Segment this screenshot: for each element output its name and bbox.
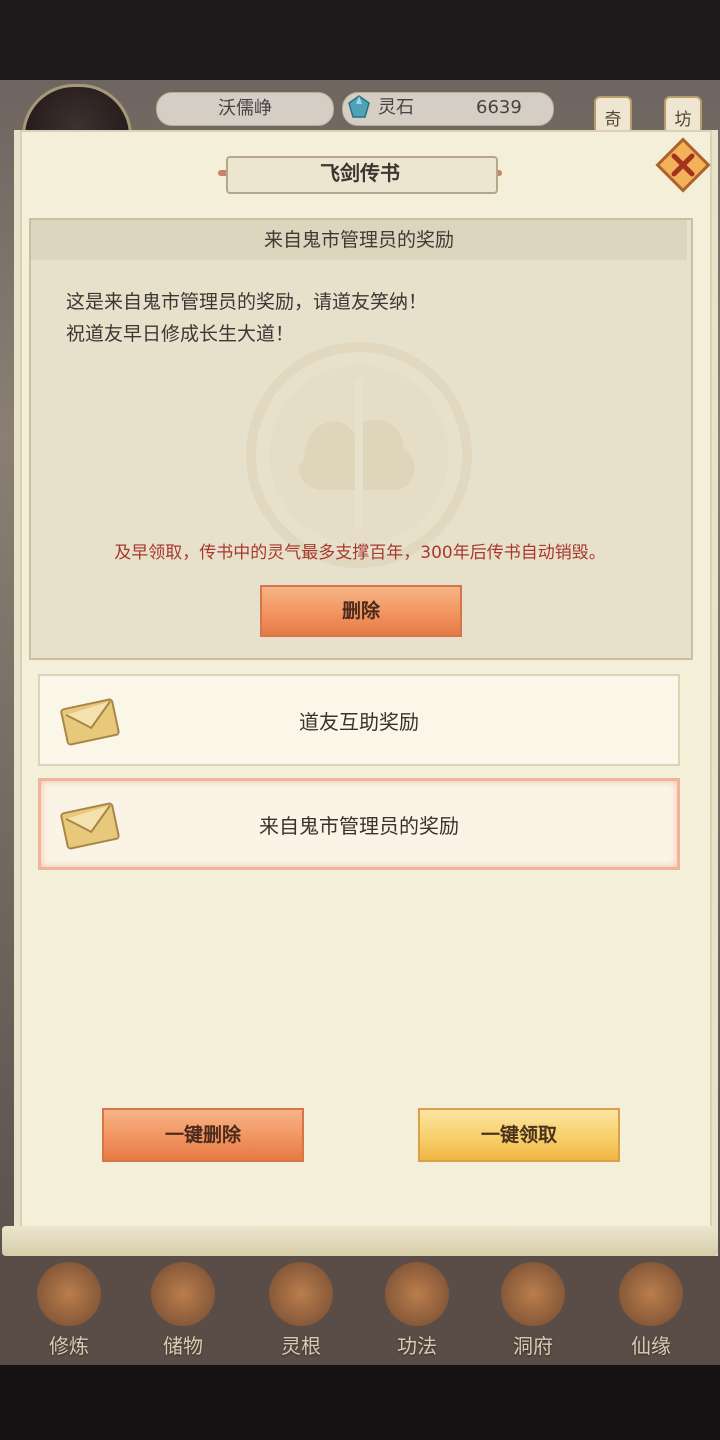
nav-label: 洞府 <box>513 1334 553 1358</box>
nav-label: 修炼 <box>49 1334 89 1358</box>
technique-book-icon <box>385 1262 449 1326</box>
bottom-safe-area <box>0 1365 720 1440</box>
spirit-stone-icon <box>348 95 370 118</box>
nav-label: 仙缘 <box>631 1334 671 1358</box>
nav-spirit-root[interactable]: 灵根 <box>246 1262 356 1362</box>
mail-item-title: 来自鬼市管理员的奖励 <box>259 814 459 838</box>
nav-cultivate[interactable]: 修炼 <box>14 1262 124 1362</box>
message-line: 这是来自鬼市管理员的奖励，请道友笑纳！ <box>66 291 428 313</box>
cultivate-icon <box>37 1262 101 1326</box>
message-body: 这是来自鬼市管理员的奖励，请道友笑纳！ 祝道友早日修成长生大道！ <box>66 286 666 350</box>
cloud-emblem-icon <box>246 342 472 568</box>
nav-storage[interactable]: 储物 <box>128 1262 238 1362</box>
nav-techniques[interactable]: 功法 <box>362 1262 472 1362</box>
dialog-title: 飞剑传书 <box>320 161 400 185</box>
nav-cave[interactable]: 洞府 <box>478 1262 588 1362</box>
expiry-warning: 及早领取，传书中的灵气最多支撑百年，300年后传书自动销毁。 <box>114 543 606 563</box>
storage-bag-icon <box>151 1262 215 1326</box>
message-header: 来自鬼市管理员的奖励 <box>31 220 687 260</box>
spirit-root-icon <box>269 1262 333 1326</box>
nav-label: 储物 <box>163 1334 203 1358</box>
currency-label: 灵石 <box>378 97 414 118</box>
nav-label: 功法 <box>397 1334 437 1358</box>
cave-house-icon <box>501 1262 565 1326</box>
message-line: 祝道友早日修成长生大道！ <box>66 323 295 345</box>
player-name: 沃儒峥 <box>156 92 334 126</box>
currency-value: 6639 <box>476 97 522 118</box>
nav-fortune[interactable]: 仙缘 <box>596 1262 706 1362</box>
delete-all-button[interactable]: 一键删除 <box>102 1108 304 1162</box>
fortune-gourd-icon <box>619 1262 683 1326</box>
close-icon[interactable] <box>652 134 714 196</box>
delete-button[interactable]: 删除 <box>260 585 462 637</box>
top-status-area <box>0 0 720 80</box>
claim-all-button[interactable]: 一键领取 <box>418 1108 620 1162</box>
currency-bar <box>342 92 554 126</box>
scroll-bottom-roll <box>2 1226 718 1256</box>
nav-label: 灵根 <box>281 1334 321 1358</box>
mail-item-title: 道友互助奖励 <box>299 710 419 734</box>
